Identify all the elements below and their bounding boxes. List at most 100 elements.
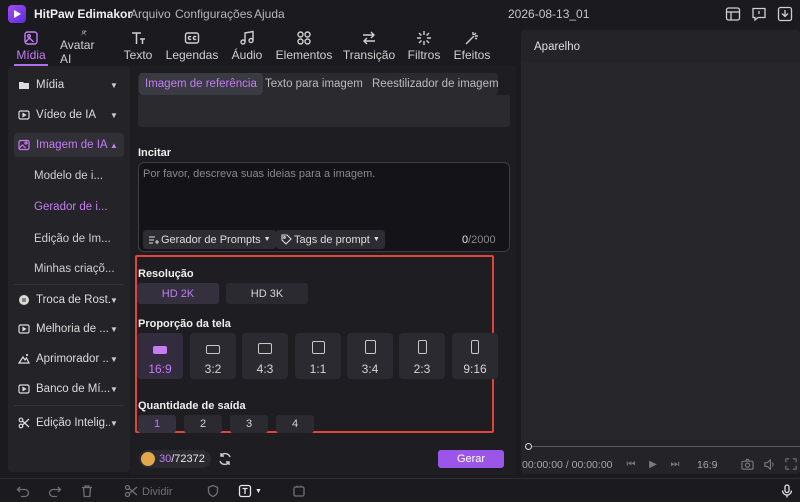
reference-image-area[interactable] <box>138 95 510 127</box>
tab-filtros[interactable]: Filtros <box>407 30 441 66</box>
microphone-icon[interactable] <box>780 484 794 498</box>
aspect-1-1[interactable]: 1:1 <box>295 333 341 379</box>
subitem-gerador[interactable]: Gerador de i... <box>34 201 108 213</box>
aspect-select[interactable]: 16:9 <box>697 459 717 471</box>
subitem-modelo[interactable]: Modelo de i... <box>34 170 103 182</box>
shield-icon[interactable] <box>206 484 220 498</box>
tab-reestilizador[interactable]: Reestilizador de imagem <box>372 73 499 95</box>
enhance-video-icon <box>18 322 32 336</box>
delete-icon[interactable] <box>80 484 94 498</box>
sidebar-item-melhoria[interactable]: Melhoria de ... ▼ <box>14 317 124 341</box>
volume-icon[interactable] <box>762 457 776 471</box>
feedback-icon[interactable] <box>751 6 767 22</box>
credits-used: 30 <box>159 453 172 465</box>
quantity-4[interactable]: 4 <box>276 415 314 433</box>
sidebar-divider <box>14 405 124 406</box>
aspect-16-9[interactable]: 16:9 <box>137 333 183 379</box>
scissors-icon <box>18 416 32 430</box>
sidebar-item-aprimorador[interactable]: Aprimorador ... ▼ <box>14 347 124 371</box>
caret-down-icon: ▼ <box>110 354 118 364</box>
subitem-edicao[interactable]: Edição de Im... <box>34 233 111 245</box>
ratio-shape-icon <box>206 345 220 354</box>
sidebar-item-imagem-ia[interactable]: Imagem de IA ▲ <box>14 133 124 157</box>
elements-icon <box>297 31 311 45</box>
split-label[interactable]: Dividir <box>142 486 173 498</box>
tab-avatar-ai[interactable]: Avatar AI <box>60 30 108 66</box>
tab-texto-imagem[interactable]: Texto para imagem <box>265 73 363 95</box>
media-icon <box>24 31 38 45</box>
layout-icon[interactable] <box>725 6 741 22</box>
tab-efeitos[interactable]: Efeitos <box>454 30 490 66</box>
undo-icon[interactable] <box>16 484 30 498</box>
sidebar-item-label: Banco de Mí... <box>36 383 110 395</box>
sidebar-item-video-ia[interactable]: Vídeo de IA ▼ <box>14 103 124 127</box>
quantity-3[interactable]: 3 <box>230 415 268 433</box>
tab-imagem-referencia[interactable]: Imagem de referência <box>139 73 263 95</box>
aspect-2-3[interactable]: 2:3 <box>399 333 445 379</box>
tab-midia-label: Mídia <box>16 48 46 62</box>
aspect-9-16[interactable]: 9:16 <box>452 333 498 379</box>
avatar-icon <box>81 30 87 36</box>
caret-down-icon: ▼ <box>110 418 118 428</box>
preview-scrubber[interactable] <box>528 446 800 447</box>
sidebar-item-edicao-inteligente[interactable]: Edição Intelig... ▼ <box>14 411 124 435</box>
aspect-3-2[interactable]: 3:2 <box>190 333 236 379</box>
snapshot-icon[interactable] <box>740 457 754 471</box>
ratio-shape-icon <box>417 340 427 354</box>
tab-transicao[interactable]: Transição <box>343 30 395 66</box>
prev-frame-icon[interactable]: ⏮ <box>624 457 638 471</box>
caret-down-icon: ▼ <box>110 295 118 305</box>
subitem-minhas-criacoes[interactable]: Minhas criaçõ... <box>34 263 115 275</box>
face-swap-icon <box>18 293 32 307</box>
preview-title: Aparelho <box>534 41 581 53</box>
play-icon[interactable]: ▶ <box>646 457 660 471</box>
app-name: HitPaw Edimakor <box>34 7 133 21</box>
resolution-hd2k[interactable]: HD 2K <box>137 283 219 304</box>
sidebar-item-label: Melhoria de ... <box>36 323 109 335</box>
timeline-toolbar <box>0 478 800 500</box>
filters-icon <box>417 31 431 45</box>
sidebar-item-midia[interactable]: Mídia ▼ <box>14 73 124 97</box>
menu-arquivo[interactable]: Arquivo <box>130 7 171 21</box>
next-frame-icon[interactable]: ⏭ <box>668 457 682 471</box>
aspect-3-4[interactable]: 3:4 <box>347 333 393 379</box>
image-icon <box>18 138 32 152</box>
tab-texto[interactable]: Texto <box>123 30 153 66</box>
aspect-4-3[interactable]: 4:3 <box>242 333 288 379</box>
menu-configuracoes[interactable]: Configurações <box>175 7 252 21</box>
download-icon[interactable] <box>777 6 793 22</box>
text-icon <box>132 32 145 44</box>
scrubber-handle[interactable] <box>525 443 532 450</box>
media-bank-icon <box>18 382 32 396</box>
sidebar-item-troca-rosto[interactable]: Troca de Rost... ▼ <box>14 288 124 312</box>
refresh-icon[interactable] <box>217 451 233 467</box>
effects-icon <box>465 32 478 45</box>
resolution-hd3k[interactable]: HD 3K <box>226 283 308 304</box>
aspect-label-text: 2:3 <box>413 362 431 376</box>
tab-legendas[interactable]: Legendas <box>166 30 218 66</box>
tab-elementos[interactable]: Elementos <box>276 30 332 66</box>
tab-midia[interactable]: Mídia <box>15 30 47 66</box>
fullscreen-icon[interactable] <box>784 457 798 471</box>
prompt-label: Incitar <box>138 147 172 159</box>
enhancer-icon <box>18 352 32 366</box>
aspect-label-text: 9:16 <box>463 362 487 376</box>
credits-total: /72372 <box>171 453 205 465</box>
sidebar-item-label: Mídia <box>36 79 65 91</box>
tab-audio[interactable]: Áudio <box>231 30 263 66</box>
split-scissors-icon[interactable] <box>124 484 138 498</box>
redo-icon[interactable] <box>48 484 62 498</box>
credits-badge: 30/72372 <box>139 450 211 468</box>
prompt-tags-button[interactable]: Tags de prompt ▼ <box>276 230 385 249</box>
sidebar-item-banco[interactable]: Banco de Mí... ▼ <box>14 377 124 401</box>
sidebar-item-label: Edição Intelig... <box>36 417 110 429</box>
prompt-generator-button[interactable]: Gerador de Prompts ▼ <box>143 230 276 249</box>
text-tool-icon[interactable] <box>238 484 252 498</box>
crop-icon[interactable] <box>292 484 306 498</box>
ratio-shape-icon <box>311 341 325 354</box>
sidebar-item-label: Imagem de IA <box>36 139 108 151</box>
menu-ajuda[interactable]: Ajuda <box>254 7 285 21</box>
quantity-1[interactable]: 1 <box>138 415 176 433</box>
generate-button[interactable]: Gerar <box>438 450 504 468</box>
quantity-2[interactable]: 2 <box>184 415 222 433</box>
